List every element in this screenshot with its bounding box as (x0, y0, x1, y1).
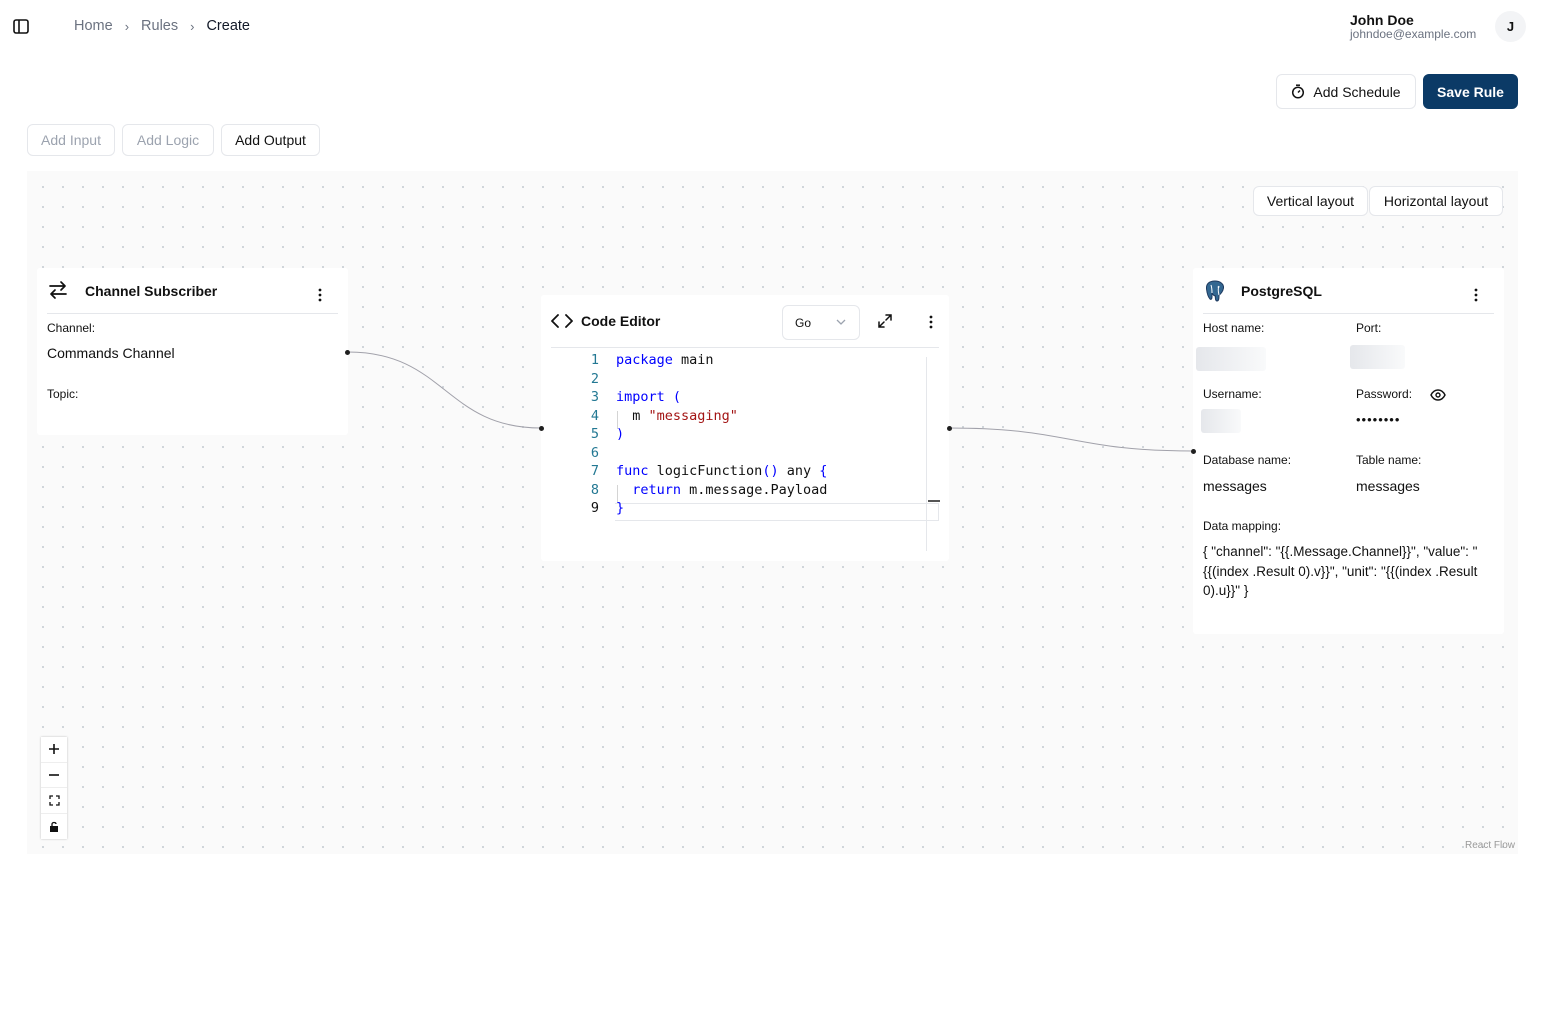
data-mapping-label: Data mapping: (1203, 519, 1282, 533)
edge-code-to-postgres (948, 427, 1194, 452)
node-title: PostgreSQL (1241, 283, 1322, 299)
postgresql-node[interactable]: PostgreSQL Host name: Port: Username: Pa… (1193, 268, 1504, 634)
expand-icon[interactable] (877, 313, 895, 331)
breadcrumb-home[interactable]: Home (74, 18, 113, 34)
edge-channel-to-code (347, 351, 542, 429)
password-label: Password: (1356, 387, 1413, 401)
zoom-in-button[interactable] (41, 737, 67, 763)
topic-label: Topic: (47, 387, 79, 401)
node-header: PostgreSQL (1203, 268, 1494, 314)
more-vertical-icon[interactable] (923, 314, 939, 330)
host-name-label: Host name: (1203, 321, 1265, 335)
app-header: Home › Rules › Create John Doe johndoe@e… (0, 0, 1545, 54)
table-name-label: Table name: (1356, 453, 1422, 467)
user-name: John Doe (1350, 12, 1414, 28)
timer-icon (1292, 84, 1305, 99)
database-name-value[interactable]: messages (1203, 478, 1267, 494)
more-vertical-icon[interactable] (312, 287, 328, 303)
code-input-handle[interactable] (539, 426, 544, 431)
node-header: Code Editor Go (551, 295, 939, 348)
add-input-button[interactable]: Add Input (27, 124, 115, 156)
code-line: 8 return m.message.Payload (590, 481, 828, 498)
host-name-skeleton (1196, 347, 1266, 371)
horizontal-layout-button[interactable]: Horizontal layout (1369, 186, 1503, 216)
more-vertical-icon[interactable] (1468, 287, 1484, 303)
flow-controls (41, 737, 67, 839)
channel-value[interactable]: Commands Channel (47, 345, 175, 361)
add-schedule-button[interactable]: Add Schedule (1276, 74, 1416, 109)
user-email: johndoe@example.com (1350, 27, 1477, 41)
code-line: 5) (590, 426, 625, 442)
code-line: 1 package main (590, 352, 714, 368)
port-skeleton (1350, 345, 1405, 369)
plus-icon (49, 744, 59, 755)
lock-icon (50, 821, 58, 832)
channel-label: Channel: (47, 321, 96, 335)
chevron-down-icon (836, 319, 846, 325)
code-line: 7 func logicFunction() any { (590, 463, 828, 479)
user-info: John Doe johndoe@example.com (1350, 13, 1476, 40)
fit-view-button[interactable] (41, 788, 67, 814)
postgres-input-handle[interactable] (1191, 449, 1196, 454)
password-value[interactable]: •••••••• (1356, 412, 1400, 427)
arrows-right-left-icon (49, 281, 67, 299)
code-line: 9} (590, 500, 625, 516)
toggle-interactivity-button[interactable] (41, 814, 67, 840)
add-logic-button[interactable]: Add Logic (122, 124, 214, 156)
chevron-right-icon: › (190, 18, 195, 34)
port-label: Port: (1356, 321, 1382, 335)
add-schedule-label: Add Schedule (1313, 83, 1401, 100)
node-header: Channel Subscriber (47, 268, 338, 314)
table-name-value[interactable]: messages (1356, 478, 1420, 494)
chevron-right-icon: › (124, 18, 130, 34)
save-rule-button[interactable]: Save Rule (1423, 74, 1518, 109)
code-line: 4 m "messaging" (590, 407, 738, 424)
node-title: Channel Subscriber (85, 283, 218, 299)
code-output-handle[interactable] (947, 426, 952, 431)
username-label: Username: (1203, 387, 1262, 401)
eye-icon[interactable] (1430, 388, 1446, 402)
zoom-out-button[interactable] (41, 763, 67, 788)
username-skeleton (1201, 409, 1241, 433)
flow-canvas[interactable]: Vertical layout Horizontal layout Channe… (27, 171, 1518, 854)
channel-subscriber-node[interactable]: Channel Subscriber Channel: Commands Cha… (37, 268, 348, 435)
breadcrumb-rules[interactable]: Rules (141, 18, 178, 34)
react-flow-attribution[interactable]: React Flow (1465, 840, 1515, 851)
avatar[interactable]: J (1495, 11, 1526, 42)
channel-output-handle[interactable] (345, 350, 350, 355)
add-output-button[interactable]: Add Output (221, 124, 320, 156)
editor-scrollbar[interactable] (926, 357, 940, 551)
code-line: 2 (590, 370, 599, 387)
breadcrumb-create: Create (206, 18, 250, 34)
database-name-label: Database name: (1203, 453, 1292, 467)
language-select[interactable]: Go (782, 305, 860, 340)
vertical-layout-button[interactable]: Vertical layout (1253, 186, 1368, 216)
minus-icon (49, 773, 59, 776)
code-editor-area[interactable]: 1 package main 2 3 import ( 4 m "messaging… (551, 351, 940, 551)
language-value: Go (795, 315, 812, 330)
code-line: 6 (590, 444, 599, 461)
breadcrumb: Home › Rules › Create (74, 18, 250, 34)
code-icon (551, 314, 573, 328)
sidebar-toggle-icon[interactable] (13, 19, 29, 34)
code-line: 3 import ( (590, 389, 682, 405)
code-editor-node[interactable]: Code Editor Go 1 package main 2 3 import… (541, 295, 949, 561)
fit-view-icon (48, 795, 60, 806)
node-title: Code Editor (581, 313, 661, 329)
data-mapping-value[interactable]: { "channel": "{{.Message.Channel}}", "va… (1203, 542, 1483, 601)
postgresql-elephant-icon (1205, 280, 1225, 302)
